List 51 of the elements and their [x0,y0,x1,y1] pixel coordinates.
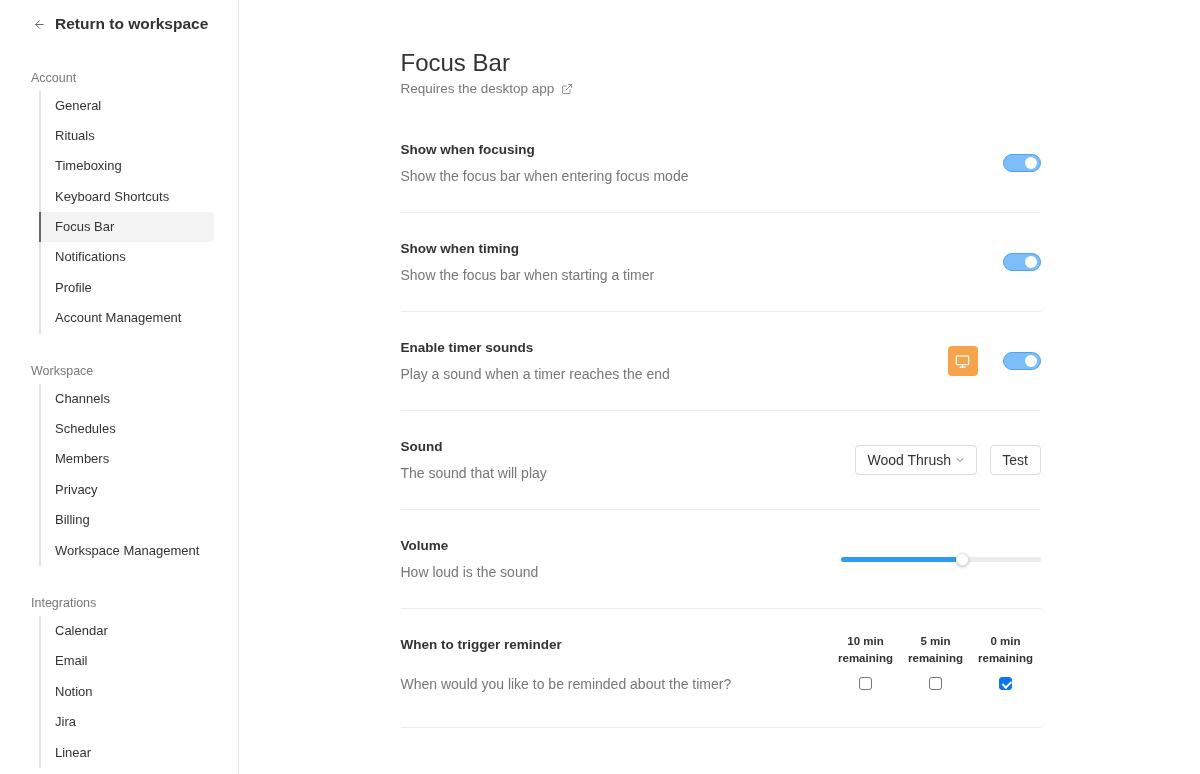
test-button[interactable]: Test [989,445,1041,475]
sidebar-item[interactable]: Linear [39,737,214,768]
sidebar-item[interactable]: Schedules [39,414,214,445]
option-label: 0 min remaining [977,634,1034,666]
checkbox[interactable] [929,677,942,690]
toggle-switch[interactable] [1002,154,1041,172]
setting-description: Show the focus bar when entering focus mode [400,167,689,185]
sidebar-item[interactable]: Billing [39,505,214,536]
setting-title: When to trigger reminder [400,636,563,654]
back-link[interactable]: Return to workspace [33,14,209,34]
setting-title: Enable timer sounds [400,339,535,357]
sidebar-item[interactable]: Workspace Management [39,535,214,566]
sidebar-item[interactable]: Members [39,444,214,475]
option-label: 10 min remaining [837,634,894,666]
setting-description: The sound that will play [400,464,547,482]
sidebar-item[interactable]: Channels [39,383,214,414]
setting-title: Sound [400,438,444,456]
setting-title: Show when focusing [400,141,536,159]
setting-description: When would you like to be reminded about the timer? [400,675,732,693]
slider-thumb[interactable] [956,552,969,566]
sidebar-item[interactable]: Rituals [39,120,214,152]
sidebar-item[interactable]: Notifications [39,242,214,273]
sidebar-item[interactable]: Timeboxing [39,151,214,182]
external-link-icon[interactable] [561,83,574,95]
section-heading: Account [31,69,78,86]
setting-description: Show the focus bar when starting a timer [400,266,655,284]
checkbox[interactable] [859,677,872,690]
sound-dropdown[interactable]: Wood Thrush [854,445,977,475]
setting-description: Play a sound when a timer reaches the end [400,365,670,383]
setting-description: How loud is the sound [400,563,539,581]
page-subtitle: Requires the desktop app [400,80,555,98]
sidebar-item[interactable]: Email [39,646,214,677]
section-heading: Integrations [31,594,98,611]
option-label: 5 min remaining [907,634,964,666]
sidebar-item[interactable]: Jira [39,707,214,738]
section-heading: Workspace [31,362,95,379]
setting-title: Volume [400,537,450,555]
sidebar-item[interactable]: Notion [39,676,214,708]
toggle-switch[interactable] [1002,253,1041,271]
setting-title: Show when timing [400,240,520,258]
sidebar-item[interactable]: Focus Bar [39,212,214,243]
sidebar-item[interactable]: Privacy [39,474,214,506]
sidebar-item[interactable]: Keyboard Shortcuts [39,181,214,213]
arrow-left-icon [33,17,46,31]
sidebar-item[interactable]: Profile [39,272,214,304]
page-title: Focus Bar [400,48,511,78]
toggle-switch[interactable] [1002,352,1041,370]
sidebar-item[interactable]: Calendar [39,615,214,647]
sidebar-item[interactable]: General [39,90,214,121]
checkbox[interactable] [999,677,1012,690]
sidebar-item[interactable]: Account Management [39,303,214,334]
